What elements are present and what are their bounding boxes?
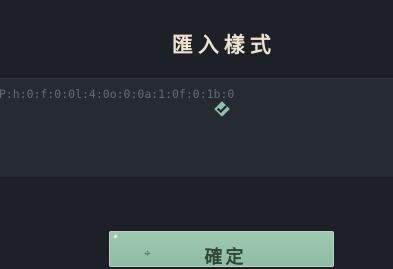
diamond-check-icon-svg — [214, 101, 230, 117]
import-code-text: :P:h:0:f:0:0l:4:0o:0:0a:1:0f:0:1b:0 — [0, 87, 235, 101]
dialog-title: 匯入樣式 — [172, 33, 276, 57]
confirm-label: 確定 — [204, 247, 247, 268]
confirm-button[interactable]: ⌖ 確定 — [109, 231, 334, 268]
confirm-corner-dot — [113, 234, 118, 239]
import-code-field[interactable]: :P:h:0:f:0:0l:4:0o:0:0a:1:0f:0:1b:0 — [0, 78, 393, 177]
diamond-check-icon[interactable] — [212, 99, 232, 119]
